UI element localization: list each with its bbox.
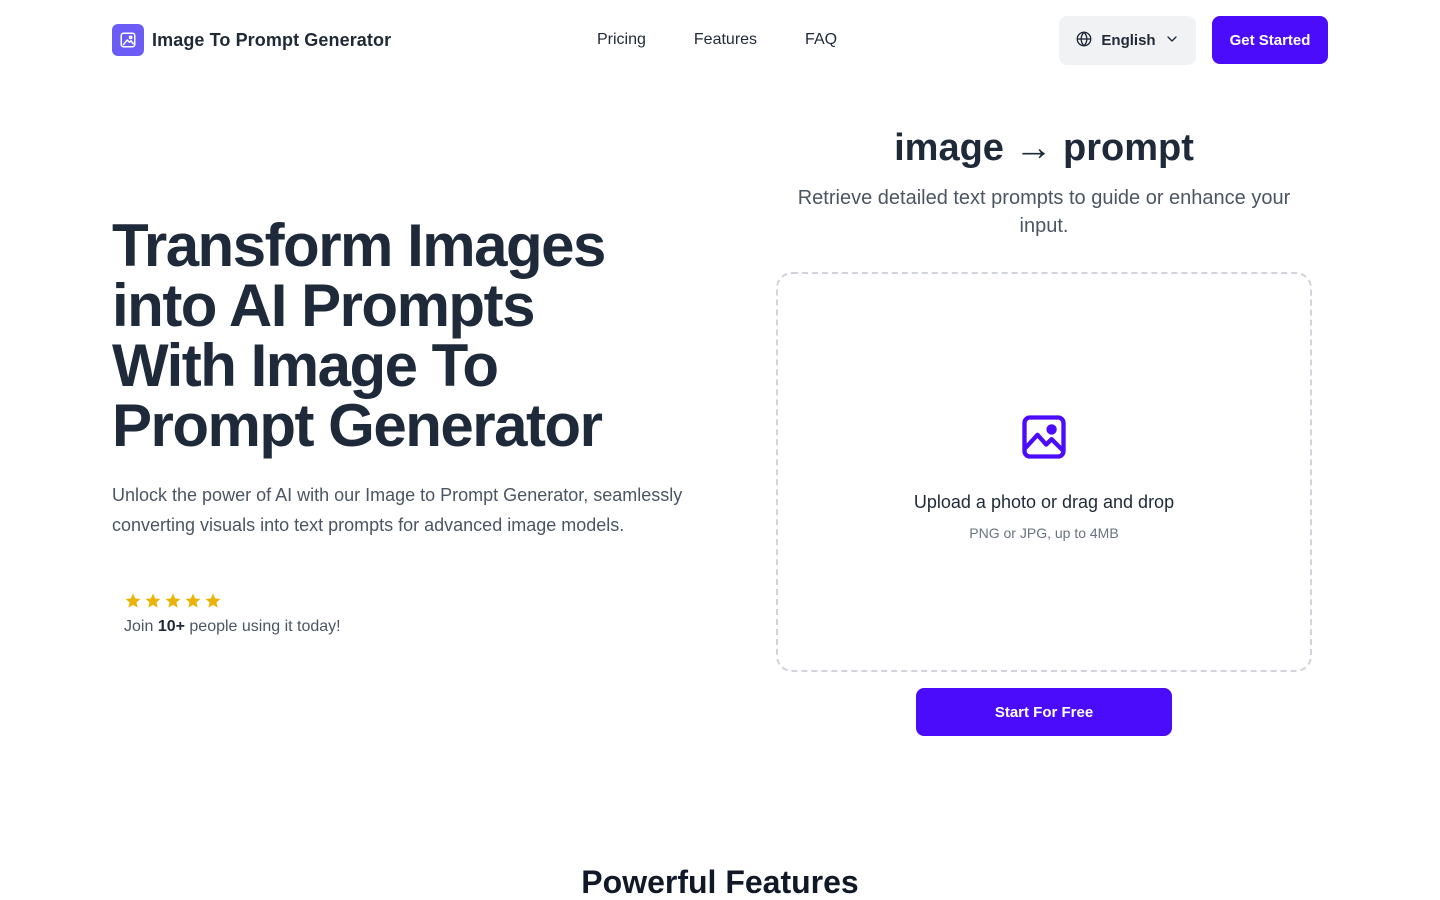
star-icon	[185, 593, 201, 608]
site-header: Image To Prompt Generator Pricing Featur…	[0, 0, 1440, 80]
tool-subtitle: Retrieve detailed text prompts to guide …	[797, 187, 1291, 237]
image-upload-icon	[1018, 403, 1070, 468]
upload-label: Upload a photo or drag and drop	[913, 492, 1175, 512]
tool-title: image → prompt	[894, 127, 1194, 169]
hero-subtitle: Unlock the power of AI with our Image to…	[112, 485, 683, 535]
features-section-title: Powerful Features	[581, 864, 859, 900]
user-count: 10+	[157, 618, 185, 635]
chevron-down-icon	[1164, 31, 1180, 51]
brand-name: Image To Prompt Generator	[152, 29, 392, 50]
rating: Join 10+ people using it today!	[124, 592, 341, 636]
upload-hint: PNG or JPG, up to 4MB	[969, 525, 1119, 541]
brand-link[interactable]: Image To Prompt Generator	[112, 24, 391, 56]
nav-faq[interactable]: FAQ	[805, 28, 837, 52]
star-rating	[124, 592, 341, 612]
upload-dropzone[interactable]: Upload a photo or drag and drop PNG or J…	[776, 272, 1312, 672]
star-icon	[125, 593, 141, 608]
get-started-button[interactable]: Get Started	[1212, 16, 1328, 64]
star-icon	[145, 593, 161, 608]
language-label: English	[1101, 32, 1156, 49]
nav-pricing[interactable]: Pricing	[597, 28, 646, 52]
nav-features[interactable]: Features	[694, 28, 757, 52]
language-selector[interactable]: English	[1059, 16, 1196, 65]
star-icon	[165, 593, 181, 608]
page: Image To Prompt Generator Pricing Featur…	[0, 0, 1440, 900]
main-nav: Pricing Features FAQ	[597, 28, 837, 52]
rating-text: Join 10+ people using it today!	[124, 618, 341, 636]
star-icon	[205, 593, 221, 608]
image-icon	[112, 24, 144, 56]
rating-prefix: Join	[124, 618, 154, 635]
rating-suffix: people using it today!	[189, 618, 341, 635]
hero-title: Transform Images into AI Prompts With Im…	[112, 212, 606, 459]
globe-icon	[1075, 30, 1093, 52]
start-for-free-button[interactable]: Start For Free	[916, 688, 1172, 736]
